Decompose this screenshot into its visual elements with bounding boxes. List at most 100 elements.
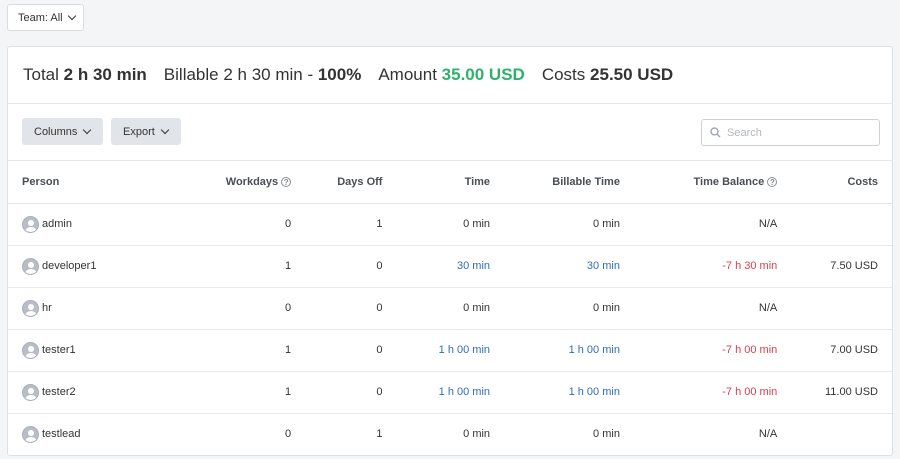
team-filter-label: Team: All [18, 11, 63, 24]
days-off-cell: 0 [291, 287, 383, 330]
days-off-cell: 0 [291, 329, 383, 372]
billable-time-cell: 0 min [490, 287, 620, 330]
person-name[interactable]: developer1 [42, 260, 96, 272]
workdays-cell: 1 [190, 329, 292, 372]
col-header-person[interactable]: Person [8, 161, 191, 204]
col-header-days-off-label: Days Off [337, 175, 383, 188]
avatar [22, 383, 39, 401]
person-cell: tester1 [8, 329, 191, 372]
chevron-down-icon [67, 11, 76, 21]
avatar [22, 299, 39, 317]
person-name[interactable]: testlead [42, 428, 81, 440]
time-cell: 0 min [382, 287, 491, 330]
amount-label: Amount [378, 65, 437, 84]
columns-button[interactable]: Columns [22, 118, 103, 145]
avatar [22, 215, 39, 233]
col-header-workdays[interactable]: Workdays? [190, 161, 292, 204]
time-cell[interactable]: 30 min [382, 245, 491, 288]
col-header-time[interactable]: Time [382, 161, 491, 204]
table-row[interactable]: hr 0 0 0 min 0 min N/A [8, 287, 892, 330]
costs-cell [777, 203, 892, 246]
days-off-cell: 1 [291, 413, 383, 455]
summary-billable: Billable 2 h 30 min - 100% [164, 65, 362, 85]
time-cell: 0 min [382, 413, 491, 455]
table-row[interactable]: tester1 1 0 1 h 00 min 1 h 00 min -7 h 0… [8, 329, 892, 372]
time-cell[interactable]: 1 h 00 min [382, 371, 491, 414]
workdays-cell: 0 [190, 287, 292, 330]
team-filter-dropdown[interactable]: Team: All [7, 4, 84, 31]
person-cell: tester2 [8, 371, 191, 414]
search-input[interactable] [727, 126, 867, 139]
table-row[interactable]: admin 0 1 0 min 0 min N/A [8, 203, 892, 246]
export-button-label: Export [123, 125, 155, 138]
col-header-time-label: Time [464, 175, 491, 188]
col-header-days-off[interactable]: Days Off [291, 161, 383, 204]
time-cell[interactable]: 1 h 00 min [382, 329, 491, 372]
workdays-cell: 0 [190, 203, 292, 246]
summary-bar: Total 2 h 30 min Billable 2 h 30 min - 1… [8, 47, 892, 104]
col-header-billable-time[interactable]: Billable Time [490, 161, 620, 204]
avatar [22, 257, 39, 275]
summary-total: Total 2 h 30 min [23, 65, 147, 85]
costs-cell: 7.50 USD [777, 245, 892, 288]
days-off-cell: 1 [291, 203, 383, 246]
costs-cell: 11.00 USD [777, 371, 892, 414]
billable-time-cell[interactable]: 1 h 00 min [490, 371, 620, 414]
costs-label: Costs [541, 65, 586, 84]
person-name[interactable]: hr [42, 302, 52, 314]
columns-button-label: Columns [34, 125, 78, 138]
export-button[interactable]: Export [111, 118, 181, 145]
time-balance-cell: N/A [619, 287, 778, 330]
amount-value: 35.00 USD [441, 65, 525, 84]
billable-time-cell[interactable]: 30 min [490, 245, 620, 288]
person-name[interactable]: admin [42, 218, 72, 230]
table-header-row: Person Workdays? Days Off Time Billable … [8, 161, 892, 204]
search-icon [710, 127, 721, 138]
workdays-cell: 1 [190, 371, 292, 414]
workdays-cell: 0 [190, 413, 292, 455]
billable-percent: 100% [317, 65, 362, 84]
table-row[interactable]: tester2 1 0 1 h 00 min 1 h 00 min -7 h 0… [8, 371, 892, 414]
person-name[interactable]: tester2 [42, 386, 76, 398]
col-header-person-label: Person [22, 175, 60, 188]
total-value: 2 h 30 min [63, 65, 147, 84]
time-balance-cell: -7 h 00 min [619, 371, 778, 414]
col-header-time-balance[interactable]: Time Balance? [619, 161, 778, 204]
time-cell: 0 min [382, 203, 491, 246]
time-balance-cell: -7 h 30 min [619, 245, 778, 288]
summary-amount: Amount 35.00 USD [378, 65, 525, 85]
table-row[interactable]: developer1 1 0 30 min 30 min -7 h 30 min… [8, 245, 892, 288]
person-cell: admin [8, 203, 191, 246]
people-table: Person Workdays? Days Off Time Billable … [8, 161, 892, 455]
report-card: Total 2 h 30 min Billable 2 h 30 min - 1… [7, 46, 893, 456]
days-off-cell: 0 [291, 245, 383, 288]
billable-value: 2 h 30 min - [223, 65, 318, 84]
summary-costs: Costs 25.50 USD [542, 65, 673, 85]
col-header-costs[interactable]: Costs [777, 161, 892, 204]
col-header-costs-label: Costs [847, 175, 878, 188]
table-toolbar: Columns Export [8, 104, 892, 161]
person-name[interactable]: tester1 [42, 344, 76, 356]
costs-cell: 7.00 USD [777, 329, 892, 372]
workdays-cell: 1 [190, 245, 292, 288]
table-row[interactable]: testlead 0 1 0 min 0 min N/A [8, 413, 892, 455]
help-icon[interactable]: ? [767, 176, 778, 187]
person-cell: testlead [8, 413, 191, 455]
billable-time-cell: 0 min [490, 413, 620, 455]
chevron-down-icon [160, 125, 170, 135]
col-header-workdays-label: Workdays [225, 175, 279, 188]
total-label: Total [23, 65, 59, 84]
avatar [22, 425, 39, 443]
costs-cell [777, 413, 892, 455]
time-balance-cell: -7 h 00 min [619, 329, 778, 372]
billable-time-cell[interactable]: 1 h 00 min [490, 329, 620, 372]
search-box[interactable] [701, 119, 880, 146]
costs-cell [777, 287, 892, 330]
person-cell: developer1 [8, 245, 191, 288]
person-cell: hr [8, 287, 191, 330]
billable-label: Billable [163, 65, 219, 84]
help-icon[interactable]: ? [281, 176, 292, 187]
days-off-cell: 0 [291, 371, 383, 414]
billable-time-cell: 0 min [490, 203, 620, 246]
time-balance-cell: N/A [619, 203, 778, 246]
